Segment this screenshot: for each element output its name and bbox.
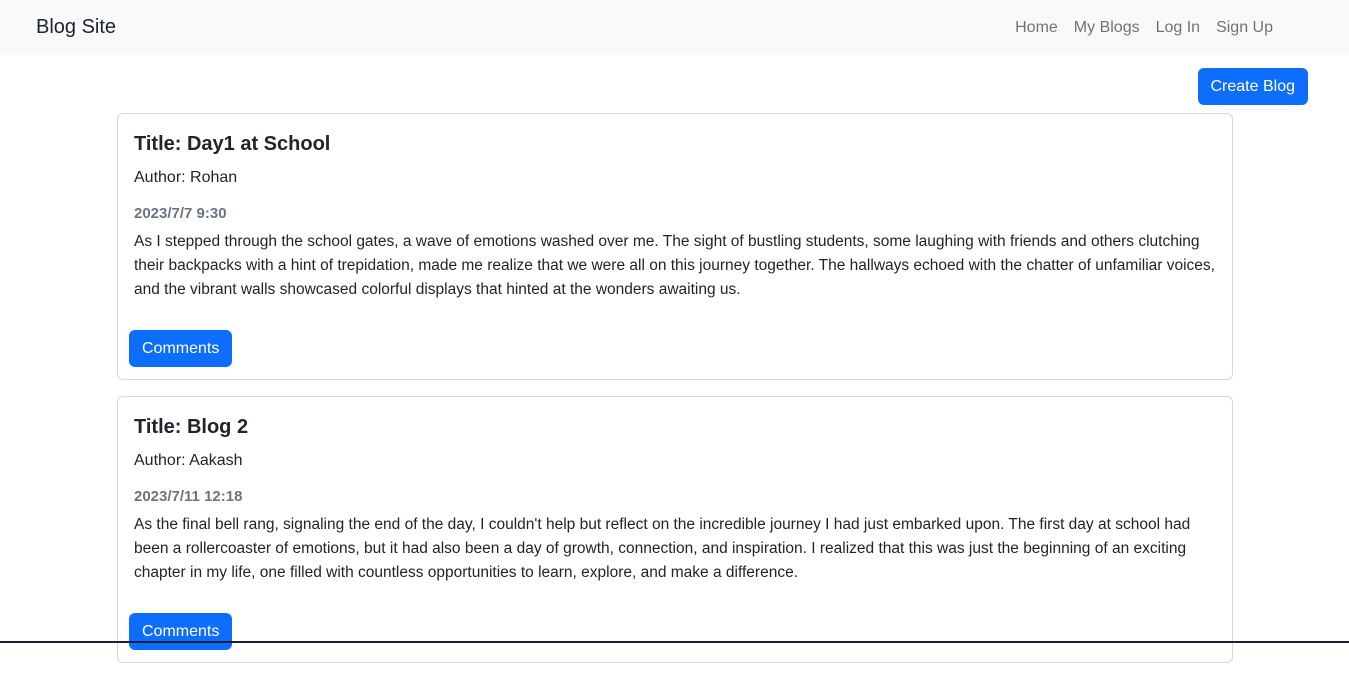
blog-content: As the final bell rang, signaling the en… [134,516,1191,581]
blog-card: Title: Day1 at School Author: Rohan 2023… [117,113,1233,380]
nav-log-in[interactable]: Log In [1148,19,1208,37]
nav-links: Home My Blogs Log In Sign Up [1007,19,1281,37]
comments-button[interactable]: Comments [129,330,233,367]
blog-title: Title: Blog 2 [134,416,249,438]
brand-link[interactable]: Blog Site [36,16,116,39]
blog-title: Title: Day1 at School [134,133,331,155]
nav-home[interactable]: Home [1007,19,1066,37]
nav-sign-up[interactable]: Sign Up [1208,19,1281,37]
navbar: Blog Site Home My Blogs Log In Sign Up [0,0,1349,55]
blog-author: Author: Aakash [134,452,243,469]
create-blog-button[interactable]: Create Blog [1197,68,1308,105]
comments-button[interactable]: Comments [129,613,233,650]
blog-date: 2023/7/7 9:30 [134,205,227,222]
blog-card: Title: Blog 2 Author: Aakash 2023/7/11 1… [117,396,1233,663]
blog-author: Author: Rohan [134,169,238,186]
blog-content: As I stepped through the school gates, a… [134,233,1215,298]
nav-my-blogs[interactable]: My Blogs [1066,19,1148,37]
blog-list: Title: Day1 at School Author: Rohan 2023… [117,113,1233,679]
blog-date: 2023/7/11 12:18 [134,488,243,505]
